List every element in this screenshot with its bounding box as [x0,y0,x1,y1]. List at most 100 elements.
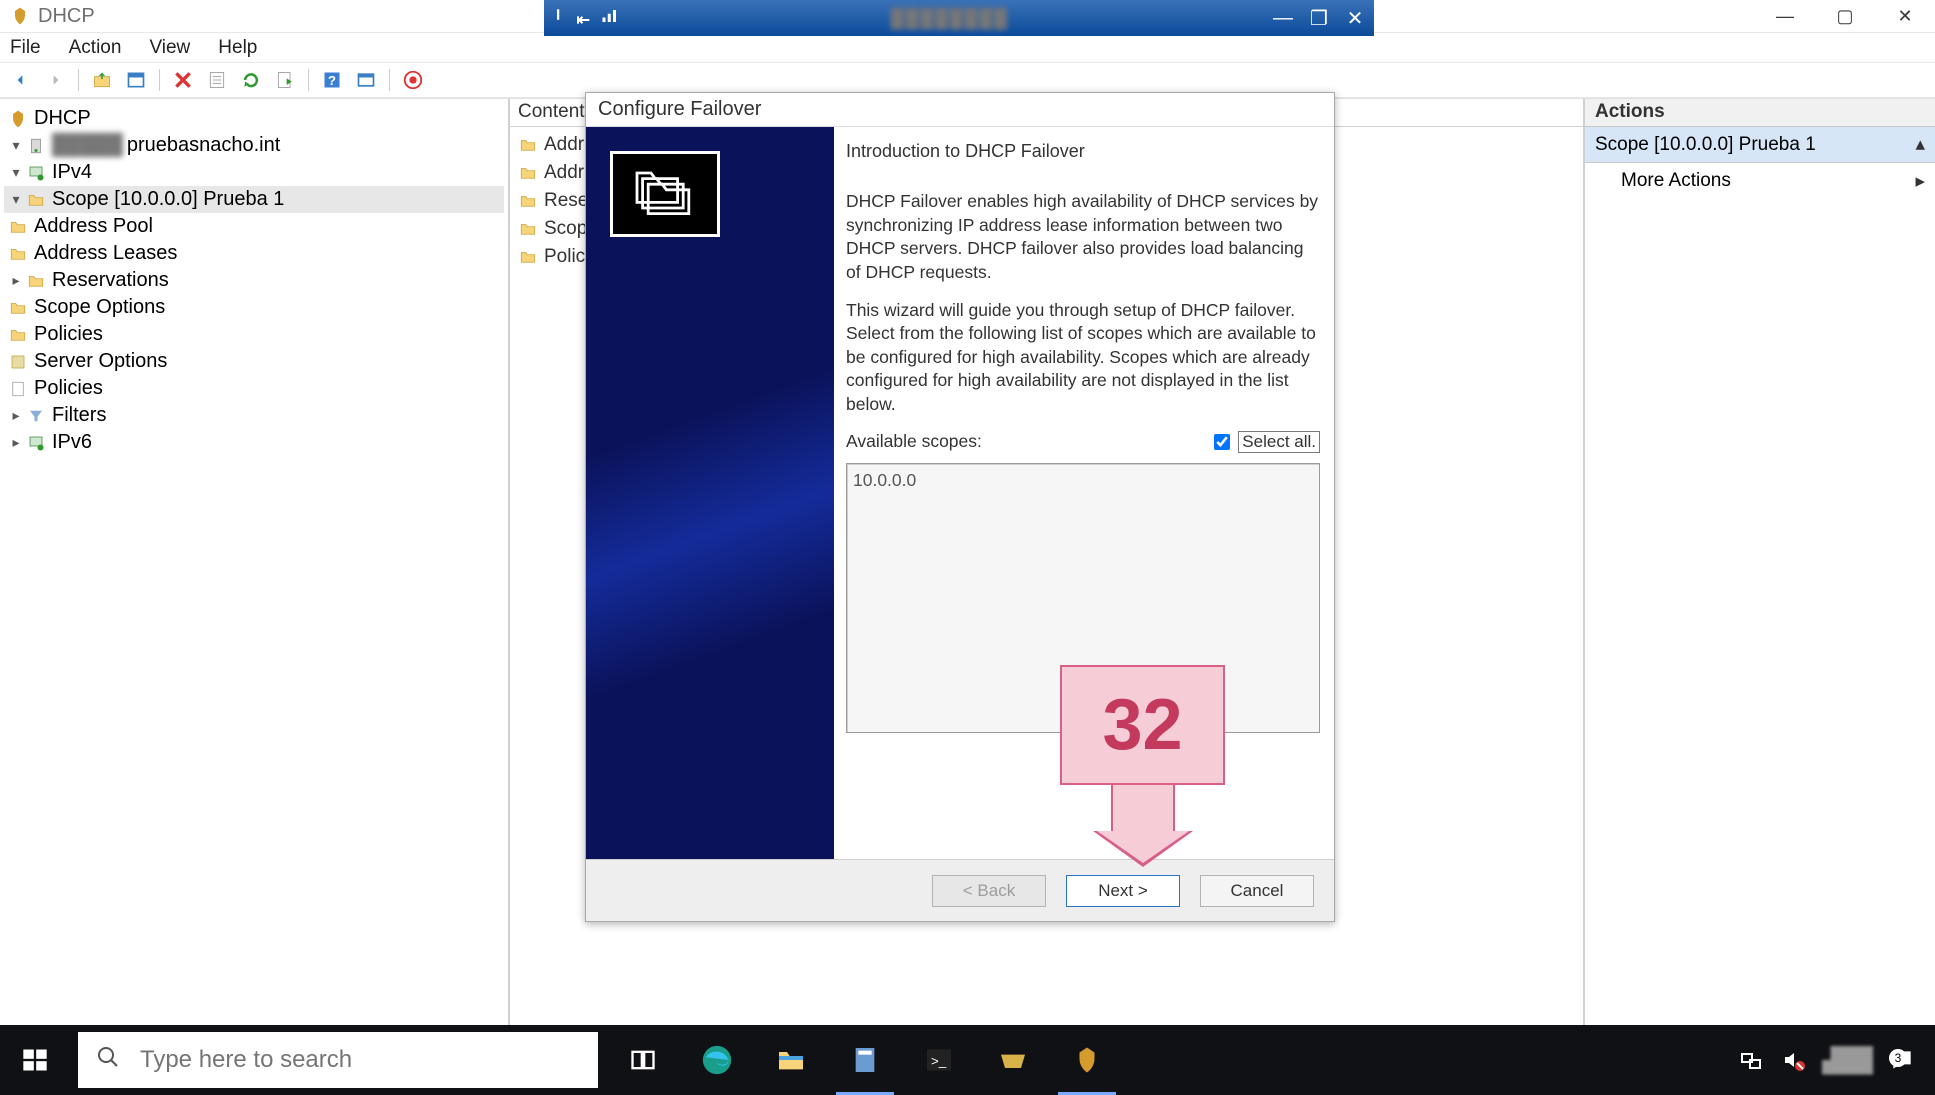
select-all-label[interactable]: Select all. [1238,431,1320,453]
actions-header: Actions [1585,99,1935,127]
minimize-button[interactable]: — [1755,0,1815,33]
chevron-right-icon[interactable]: ▸ [8,407,24,424]
ipv6-icon [26,433,46,453]
tree-reservations[interactable]: ▸Reservations [4,267,504,294]
taskbar-server-manager[interactable] [828,1025,902,1095]
folder-icon [8,298,28,318]
record-icon[interactable] [400,67,426,93]
tree-scope[interactable]: ▾ Scope [10.0.0.0] Prueba 1 [4,186,504,213]
taskbar-edge[interactable] [680,1025,754,1095]
scope-entry[interactable]: 10.0.0.0 [853,470,1313,491]
tree-scope-options[interactable]: Scope Options [4,294,504,321]
signal-icon [599,7,621,30]
collapse-icon[interactable]: ▴ [1915,133,1925,156]
tree-ipv6[interactable]: ▸IPv6 [4,429,504,456]
taskbar-dhcp[interactable] [1050,1025,1124,1095]
tree-server[interactable]: ▾ █████ pruebasnacho.int [4,132,504,159]
dialog-side-graphic [586,127,834,859]
menu-help[interactable]: Help [218,37,257,59]
remote-session-titlebar[interactable]: ⇤ ████████ — ❐ ✕ [544,0,1374,36]
menu-file[interactable]: File [10,37,41,59]
maximize-button[interactable]: ▢ [1815,0,1875,33]
chevron-down-icon[interactable]: ▾ [8,137,24,154]
forward-icon[interactable] [42,67,68,93]
folder-icon [518,219,538,239]
server-host-blur: █████ [52,134,123,157]
task-view-button[interactable] [606,1025,680,1095]
folder-icon [8,217,28,237]
folder-icon [8,244,28,264]
session-close-button[interactable]: ✕ [1344,7,1366,29]
notification-badge: 3 [1889,1049,1907,1067]
refresh-icon[interactable] [238,67,264,93]
up-icon[interactable] [89,67,115,93]
search-input[interactable] [138,1045,580,1075]
properties-icon[interactable] [204,67,230,93]
tree-root-dhcp[interactable]: DHCP [4,105,504,132]
server-icon [26,136,46,156]
taskbar-app[interactable] [976,1025,1050,1095]
network-icon[interactable] [1738,1047,1764,1073]
export-icon[interactable] [272,67,298,93]
tree-server-options[interactable]: Server Options [4,348,504,375]
select-all-checkbox[interactable] [1214,434,1230,450]
delete-icon[interactable] [170,67,196,93]
tree-pane[interactable]: DHCP ▾ █████ pruebasnacho.int ▾ [0,99,510,1025]
actions-scope-row[interactable]: Scope [10.0.0.0] Prueba 1 ▴ [1585,127,1935,163]
tree-ipv4[interactable]: ▾ IPv4 [4,159,504,186]
folders-icon [610,151,720,237]
close-button[interactable]: ✕ [1875,0,1935,33]
tree-address-leases[interactable]: Address Leases [4,240,504,267]
folder-icon [26,271,46,291]
pin-icon[interactable]: ⇤ [554,7,589,30]
tree-scope-policies[interactable]: Policies [4,321,504,348]
folder-icon [518,191,538,211]
sound-muted-icon[interactable] [1780,1047,1806,1073]
session-restore-button[interactable]: ❐ [1308,7,1330,29]
tray-clock[interactable]: ███████████ [1822,1046,1873,1075]
help-icon[interactable]: ? [319,67,345,93]
dialog-footer: < Back Next > Cancel [586,859,1334,921]
chevron-right-icon[interactable]: ▸ [8,434,24,451]
taskbar-search[interactable] [78,1032,598,1088]
chevron-right-icon[interactable]: ▸ [1915,170,1925,193]
back-icon[interactable] [8,67,34,93]
folder-icon [518,247,538,267]
annotation-number: 32 [1060,665,1225,785]
folder-icon [518,163,538,183]
filters-icon [26,406,46,426]
options-icon [8,352,28,372]
dialog-title: Configure Failover [586,93,1334,127]
remote-session-title: ████████ [891,8,1009,29]
show-hide-icon[interactable] [123,67,149,93]
search-icon [96,1045,120,1076]
notifications-icon[interactable]: 3 [1889,1047,1915,1073]
policies-icon [8,379,28,399]
menu-action[interactable]: Action [69,37,122,59]
taskbar: >_ ███████████ 3 [0,1025,1935,1095]
chevron-down-icon[interactable]: ▾ [8,191,24,208]
tree-filters[interactable]: ▸Filters [4,402,504,429]
start-button[interactable] [0,1025,70,1095]
folder-icon [8,325,28,345]
next-button[interactable]: Next > [1066,875,1180,907]
tree-address-pool[interactable]: Address Pool [4,213,504,240]
available-scopes-label: Available scopes: [846,431,982,452]
taskbar-explorer[interactable] [754,1025,828,1095]
chevron-right-icon[interactable]: ▸ [8,272,24,289]
menu-view[interactable]: View [149,37,190,59]
ipv4-icon [26,163,46,183]
window-icon[interactable] [353,67,379,93]
cancel-button[interactable]: Cancel [1200,875,1314,907]
menu-bar: File Action View Help [0,33,1935,63]
actions-more-row[interactable]: More Actions ▸ [1585,163,1935,199]
dhcp-app-icon [10,6,30,26]
dhcp-icon [8,109,28,129]
dialog-para-2: This wizard will guide you through setup… [846,299,1320,417]
actions-pane: Actions Scope [10.0.0.0] Prueba 1 ▴ More… [1585,99,1935,1025]
session-minimize-button[interactable]: — [1272,7,1294,29]
dialog-heading: Introduction to DHCP Failover [846,141,1320,162]
chevron-down-icon[interactable]: ▾ [8,164,24,181]
tree-server-policies[interactable]: Policies [4,375,504,402]
taskbar-cmd[interactable]: >_ [902,1025,976,1095]
